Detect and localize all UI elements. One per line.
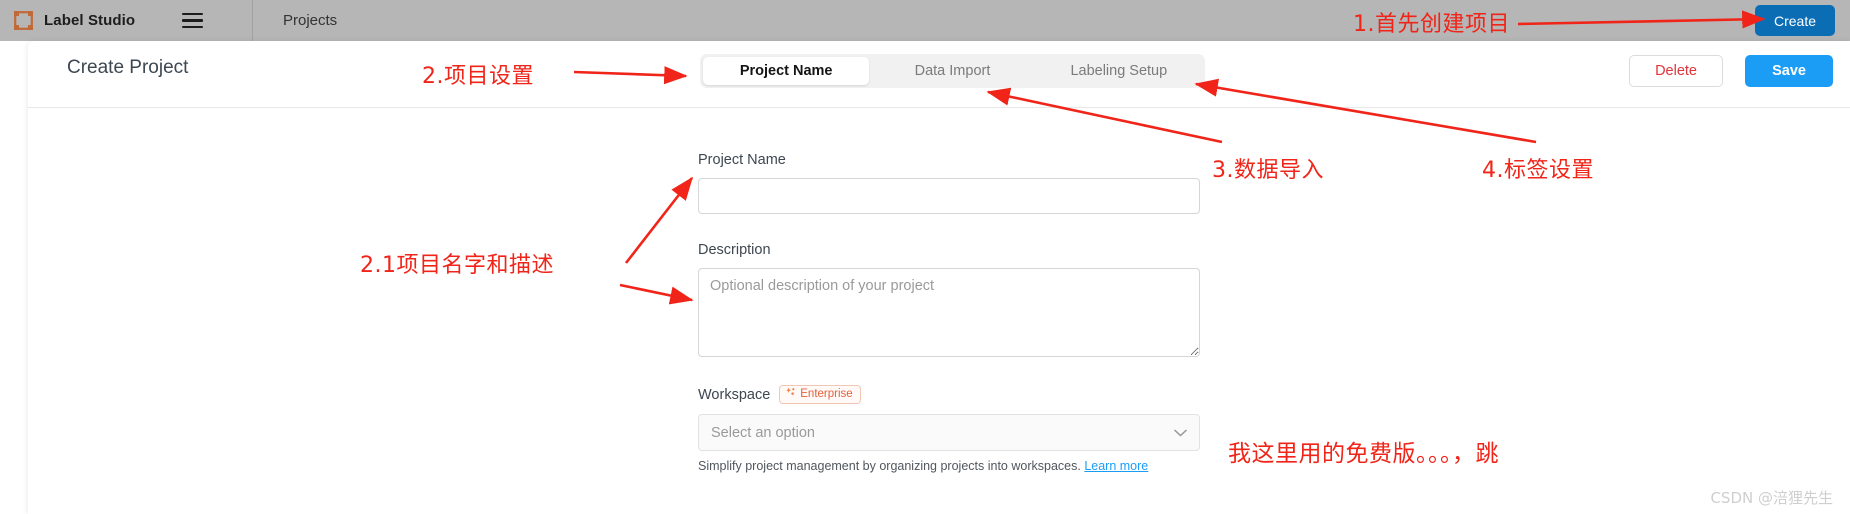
workspace-label: Workspace — [698, 386, 771, 403]
description-textarea[interactable] — [698, 268, 1200, 357]
annotation-step-2-1: 2.1项目名字和描述 — [360, 253, 554, 278]
workspace-helper-sentence: Simplify project management by organizin… — [698, 459, 1081, 473]
enterprise-badge: Enterprise — [779, 385, 861, 404]
description-label: Description — [698, 242, 771, 258]
project-form: Project Name Description Workspace — [698, 152, 1200, 473]
create-project-modal: Create Project Project Name Data Import … — [28, 41, 1850, 514]
workspace-select[interactable]: Select an option — [698, 414, 1200, 451]
brand-name: Label Studio — [44, 12, 136, 29]
label-studio-logo-icon — [14, 11, 33, 30]
app-header-bar: Label Studio Projects Create — [0, 0, 1850, 41]
tab-project-name[interactable]: Project Name — [703, 57, 870, 85]
save-button[interactable]: Save — [1745, 55, 1833, 87]
project-name-label: Project Name — [698, 152, 786, 168]
chevron-down-icon — [1174, 426, 1187, 439]
annotation-step-1: 1.首先创建项目 — [1353, 12, 1510, 37]
tab-labeling-setup[interactable]: Labeling Setup — [1036, 57, 1202, 85]
modal-title: Create Project — [67, 57, 189, 78]
project-name-input[interactable] — [698, 178, 1200, 214]
create-project-button[interactable]: Create — [1754, 5, 1835, 36]
learn-more-link[interactable]: Learn more — [1084, 459, 1148, 473]
tab-data-import[interactable]: Data Import — [869, 57, 1035, 85]
annotation-step-4: 4.标签设置 — [1482, 158, 1594, 183]
delete-button[interactable]: Delete — [1629, 55, 1723, 87]
annotation-free-version-note: 我这里用的免费版。。。，跳 — [1228, 441, 1499, 467]
csdn-watermark: CSDN @涪狸先生 — [1710, 489, 1833, 507]
annotation-step-2: 2.项目设置 — [422, 64, 534, 89]
hamburger-menu-icon[interactable] — [182, 12, 204, 29]
enterprise-badge-label: Enterprise — [800, 388, 853, 400]
brand-block: Label Studio — [0, 0, 228, 41]
workspace-select-value: Select an option — [711, 424, 815, 441]
wizard-tab-group: Project Name Data Import Labeling Setup — [700, 54, 1205, 88]
workspace-helper-text: Simplify project management by organizin… — [698, 459, 1200, 473]
sparkle-icon — [785, 387, 796, 401]
workspace-label-row: Workspace Enterprise — [698, 385, 1200, 404]
annotation-step-3: 3.数据导入 — [1212, 158, 1324, 183]
breadcrumb[interactable]: Projects — [253, 12, 337, 29]
modal-header: Create Project Project Name Data Import … — [28, 41, 1850, 108]
